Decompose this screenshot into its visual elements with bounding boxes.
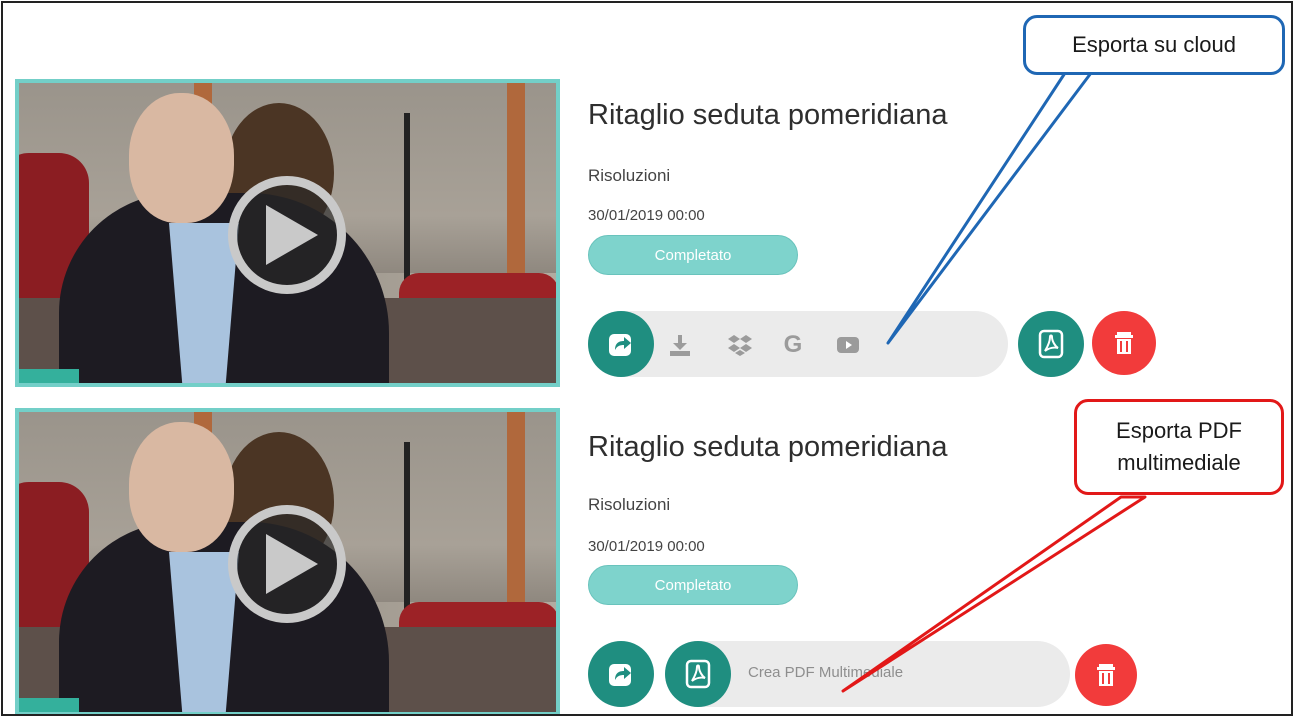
play-icon[interactable] <box>228 176 346 294</box>
share-button[interactable] <box>588 311 654 377</box>
callout-cloud: Esporta su cloud <box>1023 15 1285 75</box>
pdf-button[interactable] <box>1018 311 1084 377</box>
share-button[interactable] <box>588 641 654 707</box>
item-date: 30/01/2019 00:00 <box>588 207 705 224</box>
callout-pdf-line1: Esporta PDF <box>1116 418 1242 443</box>
share-icon <box>609 334 631 356</box>
item-date: 30/01/2019 00:00 <box>588 538 705 555</box>
video-item: Ritaglio seduta pomeridiana Risoluzioni … <box>15 79 1285 389</box>
status-badge: Completato <box>588 565 798 605</box>
item-category: Risoluzioni <box>588 166 671 185</box>
trash-icon <box>1097 664 1115 686</box>
share-icon <box>609 664 631 686</box>
create-pdf-label[interactable]: Crea PDF Multimediale <box>748 664 903 681</box>
pdf-icon <box>1038 329 1064 359</box>
status-badge: Completato <box>588 235 798 275</box>
dropbox-icon[interactable] <box>727 332 753 358</box>
play-icon[interactable] <box>228 505 346 623</box>
video-thumbnail[interactable] <box>15 408 560 714</box>
screenshot-frame: Ritaglio seduta pomeridiana Risoluzioni … <box>1 1 1293 716</box>
callout-pdf-line2: multimediale <box>1117 450 1241 475</box>
item-title: Ritaglio seduta pomeridiana <box>588 99 948 131</box>
youtube-icon[interactable] <box>835 332 861 358</box>
item-title: Ritaglio seduta pomeridiana <box>588 431 948 463</box>
trash-icon <box>1115 332 1133 354</box>
item-category: Risoluzioni <box>588 495 671 514</box>
video-thumbnail[interactable] <box>15 79 560 387</box>
callout-pdf: Esporta PDF multimediale <box>1074 399 1284 495</box>
pdf-button[interactable] <box>665 641 731 707</box>
delete-button[interactable] <box>1075 644 1137 706</box>
google-icon[interactable]: G <box>780 331 806 358</box>
download-icon[interactable] <box>667 332 693 358</box>
pdf-icon <box>685 659 711 689</box>
delete-button[interactable] <box>1092 311 1156 375</box>
